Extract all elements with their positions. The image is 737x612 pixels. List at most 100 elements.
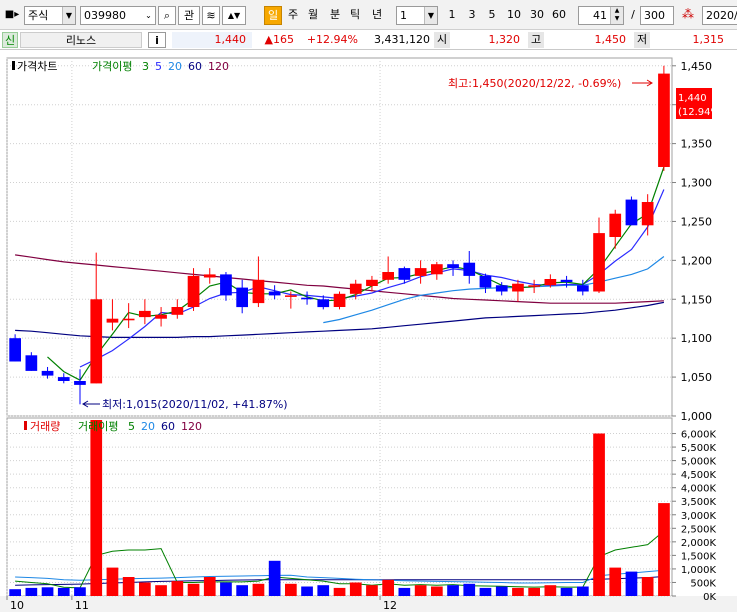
volume-legend-item: 60 [161, 420, 175, 433]
chevron-down-icon[interactable]: ▼ [424, 7, 437, 24]
period-minute-tab[interactable]: 분 [326, 6, 344, 25]
period-tick-tab[interactable]: 틱 [346, 6, 364, 25]
split-screen-icon[interactable]: ■▸ [4, 6, 20, 25]
volume-bar [479, 587, 492, 596]
volume-bar [9, 589, 21, 596]
candle-body [268, 291, 281, 296]
trade-volume: 3,431,120 [374, 33, 430, 46]
stock-code-input[interactable]: 039980 ⌄ [80, 6, 156, 25]
change-percent: +12.94% [306, 33, 358, 46]
volume-bar [609, 567, 622, 596]
volume-bar [57, 587, 70, 596]
price-chart-title: 가격차트 [17, 60, 57, 73]
candle-body [544, 279, 557, 286]
volume-bar [495, 586, 508, 596]
price-tick-label: 1,000 [681, 410, 713, 423]
price-tick-label: 1,200 [681, 254, 713, 267]
period-week-tab[interactable]: 주 [284, 6, 302, 25]
count-separator: / [631, 8, 635, 21]
price-tick-label: 1,350 [681, 138, 713, 151]
interval-1-button[interactable]: 1 [444, 6, 460, 25]
interval-select[interactable]: 1 ▼ [396, 6, 438, 25]
candle-body [171, 307, 184, 315]
price-tick-label: 1,100 [681, 332, 713, 345]
volume-bar [577, 586, 589, 596]
candle-body [447, 264, 459, 269]
search-icon: ⌕ [163, 9, 171, 22]
current-change-label: (12.94%) [678, 107, 724, 118]
chevron-down-icon[interactable]: ▼ [62, 7, 75, 24]
spinner-icon[interactable]: ▲ ▼ [610, 7, 623, 24]
toolbar: ■▸ 주식 ▼ 039980 ⌄ ⌕ 관 ≋ ▲▼ 일 주 월 분 틱 년 1 ▼ 1… [0, 0, 737, 30]
date-value: 2020/ [706, 9, 737, 22]
candle-body [285, 295, 297, 297]
volume-bar [414, 585, 427, 596]
info-button[interactable]: i [148, 32, 166, 48]
interval-30-button[interactable]: 30 [527, 6, 547, 25]
date-input[interactable]: 2020/ [702, 6, 737, 25]
volume-bar [203, 577, 216, 596]
interval-10-button[interactable]: 10 [504, 6, 524, 25]
chart-area[interactable]: 1,4501,4001,3501,3001,2501,2001,1501,100… [0, 50, 737, 612]
interval-60-button[interactable]: 60 [549, 6, 569, 25]
volume-bar [625, 571, 638, 596]
interval-5-button[interactable]: 5 [484, 6, 500, 25]
candle-body [366, 279, 378, 286]
open-price: 1,320 [488, 33, 521, 46]
market-select[interactable]: 주식 ▼ [24, 6, 76, 25]
candle-body [203, 274, 216, 278]
volume-bar [366, 585, 378, 596]
stack-icon[interactable]: ≋ [202, 6, 220, 25]
volume-legend-item: 20 [141, 420, 155, 433]
volume-bar [90, 420, 103, 596]
volume-tick-label: 2,500K [681, 524, 717, 535]
gwan-button[interactable]: 관 [178, 6, 200, 25]
volume-bar [349, 582, 362, 596]
x-axis-strip [0, 596, 737, 612]
chevron-down-icon[interactable]: ⌄ [142, 7, 155, 24]
candle-body [155, 314, 167, 319]
price-tick-label: 1,250 [681, 215, 713, 228]
volume-bar [317, 585, 330, 596]
total-count-input[interactable]: 300 [640, 6, 674, 25]
search-button[interactable]: ⌕ [158, 6, 176, 25]
interval-3-button[interactable]: 3 [464, 6, 480, 25]
volume-tick-label: 6,000K [681, 430, 717, 441]
candle [625, 196, 638, 226]
volume-bar [106, 567, 119, 596]
legend-marker [12, 61, 15, 70]
candle-body [139, 310, 151, 318]
candle-body [641, 202, 654, 226]
candle-body [349, 283, 362, 294]
volume-bar [528, 587, 540, 596]
volume-bar [658, 503, 670, 596]
candle-body [577, 285, 589, 292]
price-change: ▲165 [264, 33, 294, 46]
volume-bar [447, 585, 459, 596]
chart-settings-icon[interactable]: ⁂ [678, 6, 698, 25]
volume-legend-item: 5 [128, 420, 135, 433]
volume-bar [268, 560, 281, 596]
current-price: 1,440 [172, 32, 252, 48]
candle-body [560, 279, 573, 283]
candle [658, 65, 670, 171]
volume-tick-label: 3,000K [681, 511, 717, 522]
volume-tick-label: 2,000K [681, 538, 717, 549]
legend-marker [24, 421, 27, 430]
price-legend-item: 60 [188, 60, 202, 73]
x-tick-label: 11 [75, 599, 89, 612]
candle-body [220, 274, 232, 296]
credit-badge: 신 [2, 32, 18, 48]
display-count-input[interactable]: 41 ▲ ▼ [578, 6, 624, 25]
high-annotation-text: 최고:1,450(2020/12/22, -0.69%) [448, 77, 621, 90]
period-month-tab[interactable]: 월 [304, 6, 322, 25]
candle-body [57, 377, 70, 381]
candle-body [382, 272, 394, 280]
up-down-spinner-icon[interactable]: ▲▼ [222, 6, 246, 25]
volume-tick-label: 1,500K [681, 551, 717, 562]
period-year-tab[interactable]: 년 [368, 6, 386, 25]
volume-bar [593, 433, 605, 596]
period-day-tab[interactable]: 일 [264, 6, 282, 25]
candle-body [9, 338, 21, 362]
volume-chart-title: 거래량 [30, 420, 60, 433]
